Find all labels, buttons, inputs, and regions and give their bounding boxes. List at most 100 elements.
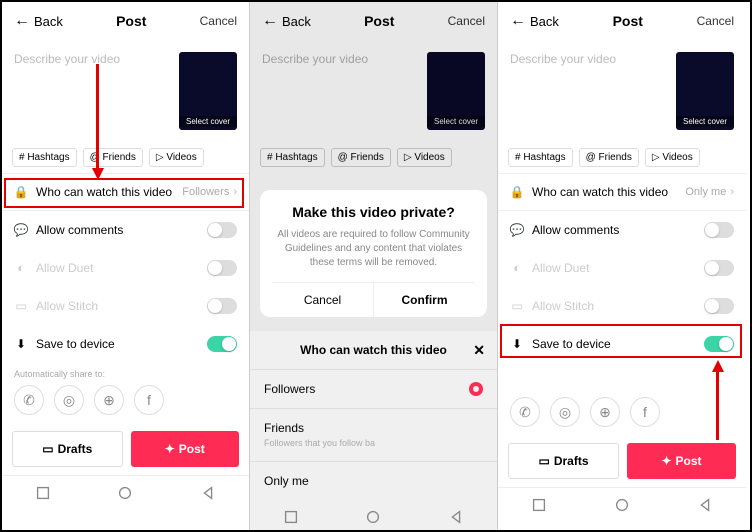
post-button[interactable]: ✦ Post: [131, 431, 240, 467]
comments-label: Allow comments: [36, 223, 123, 237]
cover-label: Select cover: [676, 116, 734, 127]
screen-2: ← Back Post Cancel Describe your video S…: [250, 2, 498, 530]
cancel-button[interactable]: Cancel: [448, 14, 485, 28]
back-button[interactable]: ← Back: [510, 12, 559, 30]
post-label: Post: [179, 442, 205, 456]
followers-label: Followers: [264, 382, 315, 396]
comments-toggle[interactable]: [207, 222, 237, 238]
nav-back-icon[interactable]: [199, 484, 217, 502]
friends-chip[interactable]: @ Friends: [579, 148, 639, 167]
videos-chip[interactable]: ▷ Videos: [149, 148, 204, 167]
cover-thumbnail[interactable]: Select cover: [676, 52, 734, 130]
modal-confirm-button[interactable]: Confirm: [374, 283, 475, 317]
friends-label: Friends: [264, 421, 304, 435]
drafts-button[interactable]: ▭Drafts: [508, 443, 619, 479]
facebook-icon[interactable]: f: [630, 397, 660, 427]
lock-icon: 🔒: [510, 185, 524, 199]
describe-area[interactable]: Describe your video Select cover: [2, 40, 249, 142]
nav-circle-icon[interactable]: [613, 496, 631, 514]
cover-thumbnail[interactable]: Select cover: [179, 52, 237, 130]
nav-circle-icon[interactable]: [364, 508, 382, 526]
hashtags-chip[interactable]: # Hashtags: [508, 148, 573, 167]
page-title: Post: [613, 13, 643, 29]
nav-circle-icon[interactable]: [116, 484, 134, 502]
screen-3: ← Back Post Cancel Describe your video S…: [498, 2, 746, 530]
download-icon: ⬇: [510, 337, 524, 351]
page-title: Post: [116, 13, 146, 29]
download-icon: ⬇: [14, 337, 28, 351]
post-button[interactable]: ✦ Post: [627, 443, 736, 479]
stories-icon[interactable]: ⊕: [590, 397, 620, 427]
privacy-row[interactable]: 🔒 Who can watch this video Followers ›: [2, 173, 249, 211]
stitch-label: Allow Stitch: [532, 299, 594, 313]
comments-toggle[interactable]: [704, 222, 734, 238]
comments-row: 💬Allow comments: [498, 211, 746, 249]
lock-icon: 🔒: [14, 185, 28, 199]
comment-icon: 💬: [510, 223, 524, 237]
drafts-label: Drafts: [58, 442, 93, 456]
back-arrow-icon: ←: [14, 12, 30, 30]
post-icon: ✦: [661, 454, 671, 468]
stitch-toggle: [704, 298, 734, 314]
auto-share-label: Automatically share to:: [2, 363, 249, 381]
header: ← Back Post Cancel: [250, 2, 497, 40]
save-row: ⬇ Save to device: [2, 325, 249, 363]
facebook-icon[interactable]: f: [134, 385, 164, 415]
stories-icon[interactable]: ⊕: [94, 385, 124, 415]
sheet-followers[interactable]: Followers: [250, 369, 497, 408]
duet-label: Allow Duet: [36, 261, 93, 275]
videos-chip: ▷ Videos: [397, 148, 452, 167]
save-label: Save to device: [36, 337, 115, 351]
friends-chip[interactable]: @ Friends: [83, 148, 143, 167]
whatsapp-icon[interactable]: ✆: [510, 397, 540, 427]
describe-area[interactable]: Describe your video Select cover: [498, 40, 746, 142]
privacy-row[interactable]: 🔒 Who can watch this video Only me ›: [498, 173, 746, 211]
nav-bar: [498, 487, 746, 518]
sheet-friends[interactable]: Friends Followers that you follow ba: [250, 408, 497, 461]
nav-bar: [250, 499, 497, 530]
back-arrow-icon: ←: [262, 12, 278, 30]
stitch-icon: ▭: [510, 299, 524, 313]
onlyme-label: Only me: [264, 474, 309, 488]
privacy-value: Followers: [182, 186, 229, 198]
back-button[interactable]: ← Back: [262, 12, 311, 30]
nav-square-icon[interactable]: [34, 484, 52, 502]
back-button[interactable]: ← Back: [14, 12, 63, 30]
close-icon[interactable]: ✕: [473, 342, 485, 359]
describe-area: Describe your video Select cover: [250, 40, 497, 142]
cancel-button[interactable]: Cancel: [200, 14, 237, 28]
stitch-icon: ▭: [14, 299, 28, 313]
save-toggle[interactable]: [207, 336, 237, 352]
nav-bar: [2, 475, 249, 506]
videos-chip[interactable]: ▷ Videos: [645, 148, 700, 167]
sheet-onlyme[interactable]: Only me: [250, 461, 497, 500]
drafts-button[interactable]: ▭ Drafts: [12, 431, 123, 467]
privacy-label: Who can watch this video: [532, 185, 668, 199]
nav-square-icon[interactable]: [530, 496, 548, 514]
screen-1: ← Back Post Cancel Describe your video S…: [2, 2, 250, 530]
hashtags-chip[interactable]: # Hashtags: [12, 148, 77, 167]
stitch-toggle: [207, 298, 237, 314]
whatsapp-icon[interactable]: ✆: [14, 385, 44, 415]
cancel-button[interactable]: Cancel: [697, 14, 734, 28]
chips-row: # Hashtags @ Friends ▷ Videos: [2, 142, 249, 173]
privacy-sheet: Who can watch this video ✕ Followers Fri…: [250, 331, 497, 500]
describe-placeholder: Describe your video: [510, 52, 616, 66]
instagram-icon[interactable]: ◎: [54, 385, 84, 415]
bottom-buttons: ▭ Drafts ✦ Post: [2, 423, 249, 475]
radio-selected-icon: [469, 382, 483, 396]
post-label: Post: [676, 454, 702, 468]
comments-row: 💬 Allow comments: [2, 211, 249, 249]
describe-placeholder: Describe your video: [14, 52, 120, 66]
back-label: Back: [34, 14, 63, 29]
modal-cancel-button[interactable]: Cancel: [272, 283, 374, 317]
nav-back-icon[interactable]: [447, 508, 465, 526]
save-toggle[interactable]: [704, 336, 734, 352]
nav-back-icon[interactable]: [696, 496, 714, 514]
instagram-icon[interactable]: ◎: [550, 397, 580, 427]
chips-row: # Hashtags @ Friends ▷ Videos: [250, 142, 497, 173]
page-title: Post: [364, 13, 394, 29]
duet-row: ◐ Allow Duet: [2, 249, 249, 287]
nav-square-icon[interactable]: [282, 508, 300, 526]
bottom-buttons: ▭Drafts ✦ Post: [498, 435, 746, 487]
